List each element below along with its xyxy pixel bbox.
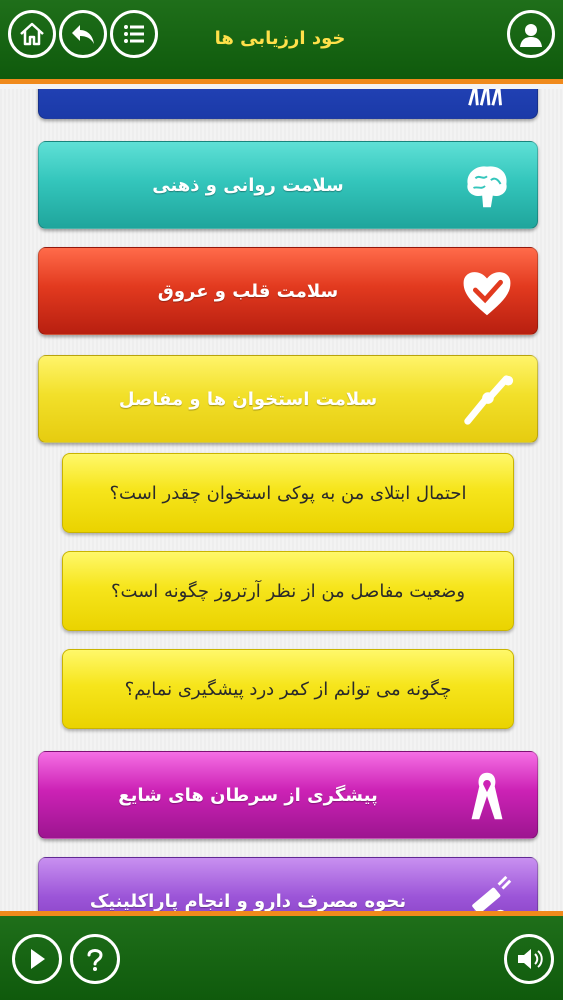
question-back-pain[interactable]: چگونه می توانم از کمر درد پیشگیری نمایم؟ [62, 649, 514, 729]
category-icon-box [455, 260, 519, 324]
help-button[interactable] [70, 934, 120, 984]
category-bone-health[interactable]: سلامت استخوان ها و مفاصل [38, 355, 538, 443]
category-icon-box [455, 89, 519, 116]
heart-check-icon [463, 272, 511, 316]
category-list: سلامت روانی و ذهنی سلامت قلب و عروق سلام… [0, 89, 563, 911]
category-icon-box [455, 764, 519, 828]
category-heart-health[interactable]: سلامت قلب و عروق [38, 247, 538, 335]
category-label: نحوه مصرف دارو و انجام پاراکلینیک [89, 890, 407, 912]
category-label: سلامت قلب و عروق [157, 280, 339, 302]
syringe-icon [472, 875, 512, 911]
home-button[interactable] [8, 10, 56, 58]
category-cancer-prevention[interactable]: پیشگری از سرطان های شایع [38, 751, 538, 839]
hands-icon [468, 89, 502, 106]
category-medication[interactable]: نحوه مصرف دارو و انجام پاراکلینیک [38, 857, 538, 911]
help-icon [87, 949, 103, 971]
ribbon-icon [471, 772, 503, 820]
sound-button[interactable] [504, 934, 554, 984]
bone-icon [464, 375, 514, 425]
category-label: سلامت روانی و ذهنی [152, 174, 344, 196]
app-header: خود ارزیابی ها [0, 0, 563, 84]
question-arthrosis[interactable]: وضعیت مفاصل من از نظر آرتروز چگونه است؟ [62, 551, 514, 631]
category-icon-box [455, 368, 519, 432]
list-icon [124, 25, 144, 43]
list-button[interactable] [110, 10, 158, 58]
sound-icon [518, 949, 543, 969]
next-icon [31, 949, 45, 969]
app-footer [0, 911, 563, 1000]
next-button[interactable] [12, 934, 62, 984]
back-icon [72, 25, 94, 44]
category-blue[interactable] [38, 89, 538, 119]
category-label [79, 89, 417, 118]
profile-icon [520, 24, 542, 47]
page-title: خود ارزیابی ها [214, 28, 346, 49]
category-label: سلامت استخوان ها و مفاصل [118, 388, 378, 410]
category-label: پیشگری از سرطان های شایع [118, 784, 378, 806]
home-icon [20, 22, 44, 46]
category-mental-health[interactable]: سلامت روانی و ذهنی [38, 141, 538, 229]
category-icon-box [455, 154, 519, 218]
profile-button[interactable] [507, 10, 555, 58]
brain-icon [467, 166, 507, 208]
question-osteoporosis[interactable]: احتمال ابتلای من به پوکی استخوان چقدر اس… [62, 453, 514, 533]
back-button[interactable] [59, 10, 107, 58]
category-icon-box [455, 870, 519, 911]
